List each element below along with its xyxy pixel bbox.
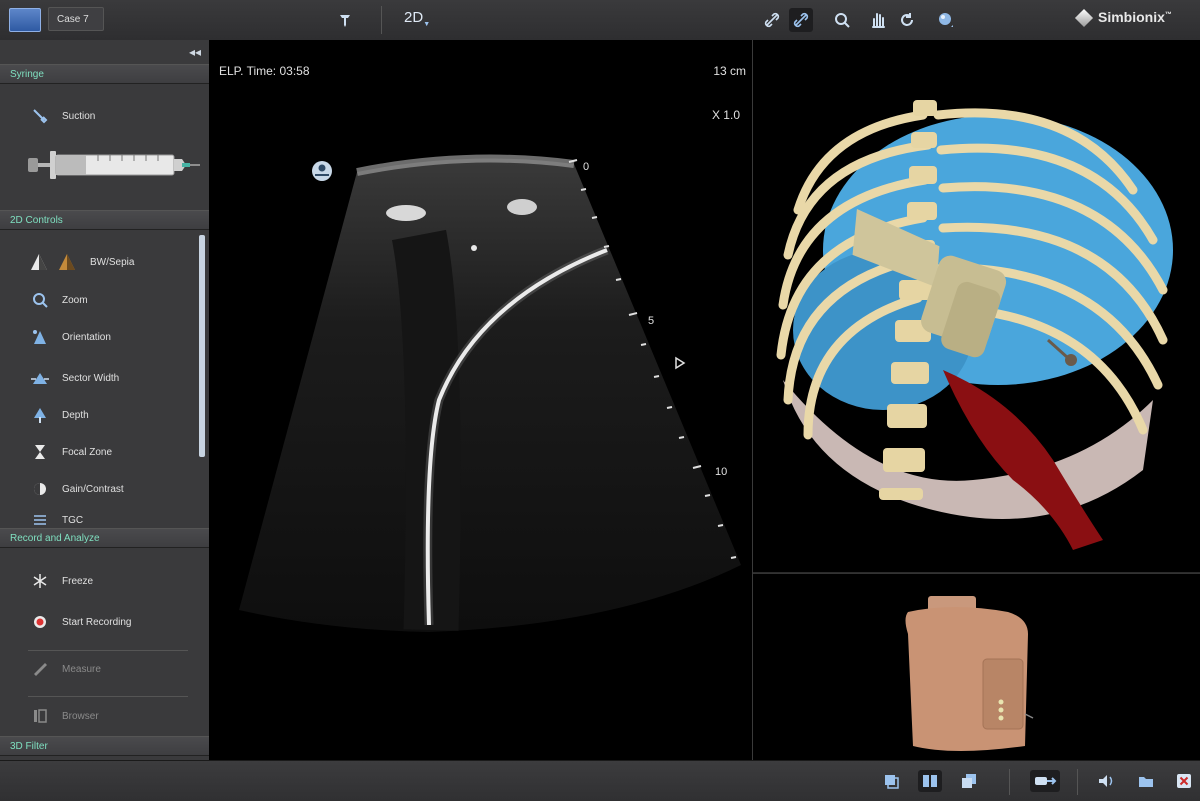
browser-label: Browser (62, 710, 99, 722)
browser-icon (28, 706, 52, 726)
top-toolbar: Case 7 2D▼ Simbionix™ (0, 0, 1200, 41)
suction-label: Suction (62, 110, 96, 122)
freeze-button[interactable]: Freeze (28, 569, 93, 593)
toolbar-separator (1009, 769, 1010, 795)
brand-logo: Simbionix™ (1074, 9, 1172, 28)
sidebar-divider (28, 650, 188, 651)
folder-icon[interactable] (1134, 770, 1158, 792)
depth-tick-label: 10 (715, 466, 728, 478)
sidebar-divider (28, 696, 188, 697)
audio-icon[interactable] (1094, 770, 1118, 792)
focal-zone-button[interactable]: Focal Zone (28, 440, 112, 464)
measure-button[interactable]: Measure (28, 657, 101, 681)
depth-label: Depth (62, 409, 89, 421)
anatomy-3d-model (776, 100, 1173, 550)
focal-zone-label: Focal Zone (62, 446, 113, 458)
sphere-icon[interactable] (933, 8, 957, 32)
elapsed-time: ELP. Time: 03:58 (219, 64, 310, 78)
rotate-icon[interactable] (895, 8, 919, 32)
collapse-sidebar-button[interactable]: ◂◂ (189, 45, 201, 59)
pin-icon[interactable] (333, 8, 357, 32)
gain-contrast-icon (28, 479, 52, 499)
mannequin-model (905, 596, 1034, 751)
record-icon (28, 612, 52, 632)
zoom-icon (28, 290, 52, 310)
section-header-2d-controls[interactable]: 2D Controls (0, 210, 209, 230)
suction-button[interactable]: Suction (28, 104, 95, 128)
depth-button[interactable]: Depth (28, 403, 89, 427)
cube-logo-icon (1074, 9, 1094, 28)
magnifier-icon[interactable] (830, 8, 854, 32)
linked-view-icon[interactable] (789, 8, 813, 32)
mode-2d-button[interactable]: 2D▼ (404, 9, 430, 28)
probe-export-icon[interactable] (1030, 770, 1060, 792)
focal-zone-icon (28, 442, 52, 462)
dual-view-layout-icon[interactable] (918, 770, 942, 792)
ultrasound-image (239, 154, 741, 633)
bw-sepia-icon (28, 252, 52, 272)
depth-readout: 13 cm (713, 64, 746, 78)
sector-width-icon (28, 368, 52, 388)
depth-tick-label: 0 (583, 161, 590, 173)
link-icon[interactable] (760, 8, 784, 32)
anatomy-3d-view[interactable] (753, 40, 1200, 572)
section-header-syringe[interactable]: Syringe (0, 64, 209, 84)
start-recording-label: Start Recording (62, 616, 132, 628)
mode-label: 2D (404, 9, 424, 26)
ruler-icon (28, 659, 52, 679)
orientation-label: Orientation (62, 331, 111, 343)
syringe-illustration[interactable] (28, 146, 200, 184)
zoom-label: Zoom (62, 294, 88, 306)
brand-name: Simbionix (1098, 9, 1165, 25)
case-selector-button[interactable]: Case 7 (48, 7, 104, 31)
bottom-toolbar (0, 760, 1200, 801)
bw-sepia-button[interactable]: BW/Sepia (28, 250, 134, 274)
tgc-icon (28, 513, 52, 527)
sector-width-button[interactable]: Sector Width (28, 366, 119, 390)
section-header-record-analyze[interactable]: Record and Analyze (0, 528, 209, 548)
pan-hand-icon[interactable] (866, 8, 890, 32)
freeze-label: Freeze (62, 575, 94, 587)
sepia-icon (56, 252, 80, 272)
case-thumbnail-icon[interactable] (9, 8, 41, 32)
single-view-layout-icon[interactable] (879, 770, 903, 792)
sidebar-scrollbar[interactable] (199, 235, 205, 457)
tgc-button[interactable]: TGC (28, 513, 83, 527)
orientation-button[interactable]: Orientation (28, 325, 111, 349)
zoom-button[interactable]: Zoom (28, 288, 88, 312)
trademark-mark: ™ (1164, 11, 1172, 19)
start-recording-button[interactable]: Start Recording (28, 610, 131, 634)
close-icon[interactable] (1172, 770, 1196, 792)
overlay-view-layout-icon[interactable] (957, 770, 981, 792)
snowflake-icon (28, 571, 52, 591)
zoom-readout: X 1.0 (711, 108, 740, 122)
toolbar-separator (381, 6, 382, 34)
tgc-label: TGC (62, 514, 84, 526)
gain-contrast-button[interactable]: Gain/Contrast (28, 477, 124, 501)
sector-width-label: Sector Width (62, 372, 120, 384)
toolbar-separator (1077, 769, 1078, 795)
bw-sepia-label: BW/Sepia (90, 256, 135, 268)
measure-label: Measure (62, 663, 101, 675)
chevron-down-icon: ▼ (423, 21, 431, 28)
depth-tick-label: 5 (648, 315, 655, 327)
mannequin-view[interactable] (753, 573, 1200, 761)
gain-contrast-label: Gain/Contrast (62, 483, 124, 495)
syringe-icon (28, 106, 52, 126)
browser-button[interactable]: Browser (28, 704, 99, 728)
control-sidebar: ◂◂ Syringe Suction 2D Controls BW/Sepia (0, 40, 209, 760)
depth-icon (28, 405, 52, 425)
section-header-3d-filter[interactable]: 3D Filter (0, 736, 209, 756)
orientation-icon (28, 327, 52, 347)
ultrasound-2d-view[interactable]: ELP. Time: 03:58 13 cm X 1.0 0 5 10 (209, 40, 752, 760)
